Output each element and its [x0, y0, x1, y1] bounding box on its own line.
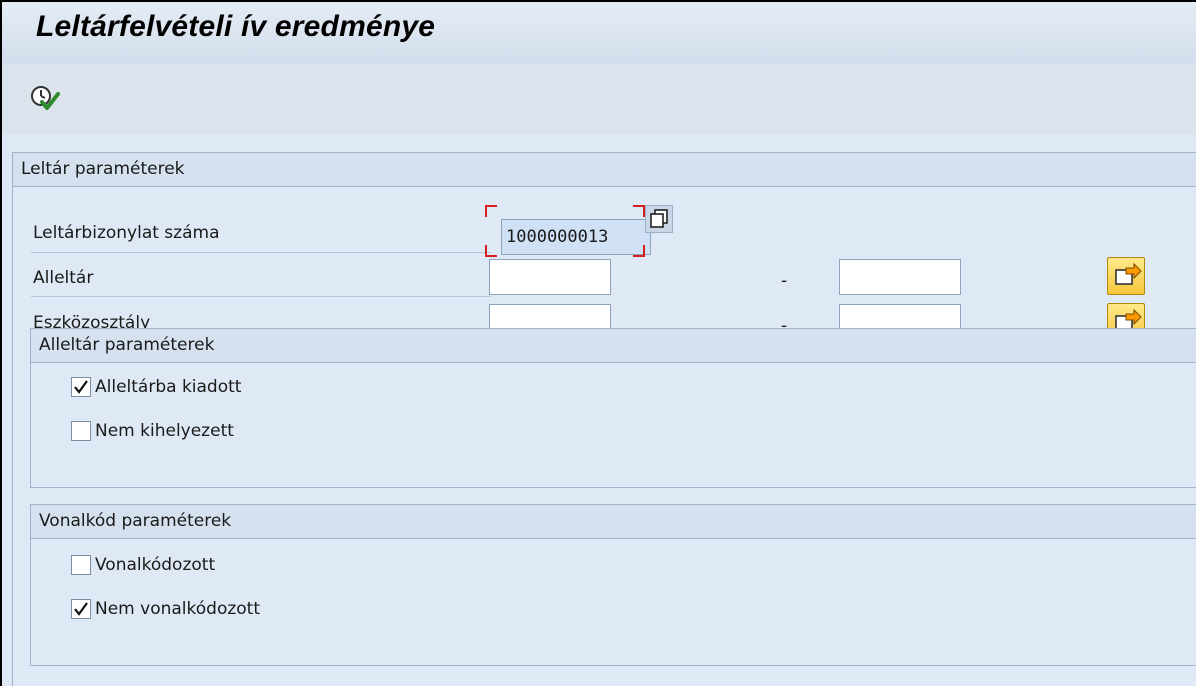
checkbox-label: Vonalkódozott	[95, 555, 216, 575]
group-header-leltar: Leltár paraméterek	[13, 153, 1196, 187]
sap-window: Leltárfelvételi ív eredménye Leltár para…	[0, 0, 1196, 686]
focus-corner-bl	[485, 245, 497, 257]
field-label-alleltar: Alleltár	[33, 268, 94, 288]
focus-corner-tl	[485, 205, 497, 217]
execute-icon[interactable]	[28, 82, 64, 114]
copy-icon[interactable]	[645, 205, 673, 233]
checkbox-label: Nem kihelyezett	[95, 421, 234, 441]
page-title: Leltárfelvételi ív eredménye	[36, 10, 436, 43]
focus-corner-tr	[633, 205, 645, 217]
row-divider	[31, 296, 491, 297]
checkbox-label: Nem vonalkódozott	[95, 599, 261, 619]
nem-vonalkodozott-checkbox[interactable]	[71, 599, 91, 619]
vonalkodozott-checkbox[interactable]	[71, 555, 91, 575]
group-header-vonalkod: Vonalkód paraméterek	[31, 505, 1196, 539]
group-vonalkod-parameterek: Vonalkód paraméterek Vonalkódozott Nem v…	[30, 504, 1196, 666]
nem-kihelyezett-checkbox[interactable]	[71, 421, 91, 441]
range-separator: -	[781, 271, 788, 291]
selection-screen: Leltár paraméterek Leltárbizonylat száma…	[2, 134, 1196, 686]
title-bar: Leltárfelvételi ív eredménye	[2, 2, 1196, 64]
group-header-alleltar: Alleltár paraméterek	[31, 329, 1196, 363]
alleltar-from-input[interactable]	[489, 259, 611, 295]
alleltarba-kiadott-checkbox[interactable]	[71, 377, 91, 397]
focus-corner-br	[633, 245, 645, 257]
checkbox-label: Alleltárba kiadott	[95, 377, 242, 397]
group-alleltar-parameterek: Alleltár paraméterek Alleltárba kiadott …	[30, 328, 1196, 488]
field-label-leltarbizonylat: Leltárbizonylat száma	[33, 223, 220, 243]
application-toolbar	[2, 64, 1196, 135]
leltarbizonylat-input[interactable]: 1000000013	[501, 219, 651, 255]
multiple-selection-icon[interactable]	[1107, 257, 1145, 295]
alleltar-to-input[interactable]	[839, 259, 961, 295]
row-divider	[31, 252, 491, 253]
